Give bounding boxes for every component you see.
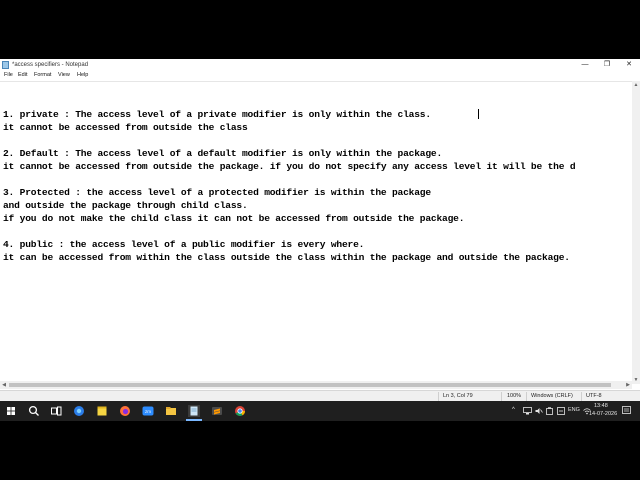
horizontal-scroll-thumb[interactable] <box>9 383 611 387</box>
scroll-left-arrow-icon[interactable]: ◀ <box>0 381 8 389</box>
active-app-indicator <box>186 419 202 421</box>
notepad-icon <box>2 61 9 69</box>
firefox-icon[interactable] <box>118 404 132 418</box>
scroll-right-arrow-icon[interactable]: ▶ <box>624 381 632 389</box>
editor-line: 4. public : the access level of a public… <box>3 239 365 250</box>
menu-edit[interactable]: Edit <box>18 71 27 80</box>
title-bar: *access specifiers - Notepad — ❐ ✕ <box>0 59 640 71</box>
language-indicator[interactable]: ENG <box>568 407 580 413</box>
chrome-icon[interactable] <box>233 404 247 418</box>
menu-format[interactable]: Format <box>34 71 51 80</box>
file-explorer-icon[interactable] <box>164 404 178 418</box>
minimize-button[interactable]: — <box>574 59 596 71</box>
network-icon[interactable] <box>523 407 532 415</box>
zoom-label: zm <box>145 409 151 414</box>
speaker-icon[interactable] <box>535 407 543 415</box>
scroll-down-arrow-icon[interactable]: ▼ <box>632 376 640 384</box>
search-icon[interactable] <box>27 404 41 418</box>
editor-line: 1. private : The access level of a priva… <box>3 109 431 120</box>
editor-line: it cannot be accessed from outside the c… <box>3 122 248 133</box>
bluetooth-icon[interactable] <box>557 407 565 415</box>
browser-icon[interactable] <box>72 404 86 418</box>
editor-line: 3. Protected : the access level of a pro… <box>3 187 431 198</box>
menu-help[interactable]: Help <box>77 71 88 80</box>
text-caret <box>478 109 479 119</box>
notepad-screen: *access specifiers - Notepad — ❐ ✕ File … <box>0 59 640 421</box>
menu-file[interactable]: File <box>4 71 13 80</box>
zoom-icon[interactable]: zm <box>141 404 155 418</box>
text-editor[interactable]: 1. private : The access level of a priva… <box>0 81 632 382</box>
notepad-taskbar-icon[interactable] <box>187 404 201 418</box>
editor-line: 2. Default : The access level of a defau… <box>3 148 443 159</box>
status-divider <box>438 392 439 401</box>
status-divider <box>581 392 582 401</box>
editor-line: if you do not make the child class it ca… <box>3 213 465 224</box>
close-button[interactable]: ✕ <box>618 59 640 71</box>
scroll-up-arrow-icon[interactable]: ▲ <box>632 81 640 89</box>
editor-line: and outside the package through child cl… <box>3 200 248 211</box>
window-title: *access specifiers - Notepad <box>12 62 89 68</box>
tray-overflow-chevron[interactable]: ^ <box>512 407 515 413</box>
horizontal-scrollbar[interactable]: ◀ ▶ <box>0 381 632 389</box>
sublime-text-icon[interactable] <box>210 404 224 418</box>
status-divider <box>526 392 527 401</box>
vertical-scrollbar[interactable]: ▲ ▼ <box>632 81 640 384</box>
taskbar: zm ^ ENG 13:48 14-07-2026 <box>0 401 640 421</box>
clock-date[interactable]: 14-07-2026 <box>589 411 617 417</box>
clock-time[interactable]: 13:48 <box>594 403 608 409</box>
battery-icon[interactable] <box>546 407 553 415</box>
menu-view[interactable]: View <box>58 71 70 80</box>
maximize-button[interactable]: ❐ <box>596 59 618 71</box>
sticky-notes-icon[interactable] <box>95 404 109 418</box>
notification-icon[interactable] <box>622 406 631 415</box>
menu-bar: File Edit Format View Help <box>0 71 640 81</box>
windows-start-icon[interactable] <box>4 404 18 418</box>
editor-line: it cannot be accessed from outside the p… <box>3 161 576 172</box>
task-view-icon[interactable] <box>49 404 63 418</box>
editor-line: it can be accessed from within the class… <box>3 252 570 263</box>
status-divider <box>501 392 502 401</box>
